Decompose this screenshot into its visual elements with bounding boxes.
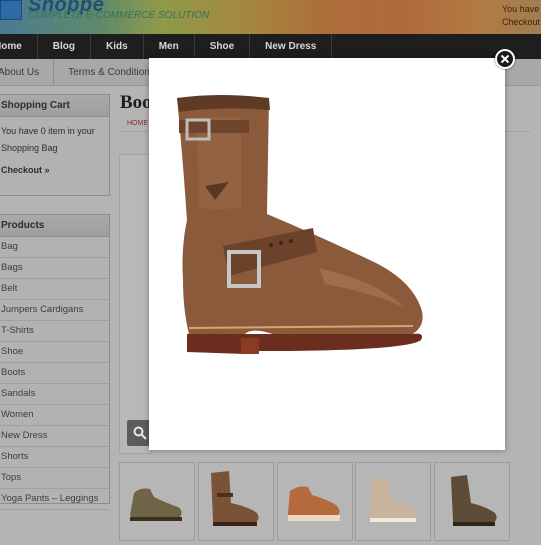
- thumbnail-lace-up-boot[interactable]: [434, 462, 510, 541]
- nav-item-blog[interactable]: Blog: [38, 34, 92, 59]
- category-item[interactable]: Jumpers Cardigans: [0, 300, 109, 321]
- chukka-boot-image: [130, 488, 182, 521]
- lace-up-boot-image: [451, 475, 497, 526]
- tagline: COMPLETE E-COMMERCE SOLUTION: [28, 10, 210, 21]
- cart-message-bag: Shopping Bag: [1, 143, 58, 153]
- nav-item-men[interactable]: Men: [144, 34, 195, 59]
- close-icon: [500, 54, 510, 64]
- category-item[interactable]: Tops: [0, 468, 109, 489]
- thumbnail-engineer-boot[interactable]: [198, 462, 274, 541]
- cart-message: You have 0 item in your: [1, 126, 95, 136]
- thumbnail-brown-chukka[interactable]: [277, 462, 353, 541]
- category-item[interactable]: Shorts: [0, 447, 109, 468]
- main-product-image[interactable]: [119, 154, 152, 454]
- nav-item-home[interactable]: Home: [0, 34, 38, 59]
- engineer-boot-large-image: [177, 95, 423, 354]
- engineer-boot-image: [211, 471, 259, 526]
- nav-item-new-dress[interactable]: New Dress: [250, 34, 333, 59]
- brown-chukka-image: [288, 486, 340, 521]
- category-item[interactable]: New Dress: [0, 426, 109, 447]
- subnav-item-about-us[interactable]: About Us: [0, 59, 55, 86]
- category-item[interactable]: Shoe: [0, 342, 109, 363]
- image-lightbox: [149, 58, 505, 450]
- category-item[interactable]: Boots: [0, 363, 109, 384]
- thumbnail-chukka-boot[interactable]: [119, 462, 195, 541]
- nav-item-shoe[interactable]: Shoe: [195, 34, 251, 59]
- site-header: Shoppe COMPLETE E-COMMERCE SOLUTION You …: [0, 0, 541, 34]
- canvas-sneaker-image: [370, 477, 416, 522]
- cart-status-text: You have 0: [502, 4, 541, 14]
- category-item[interactable]: T-Shirts: [0, 321, 109, 342]
- category-item[interactable]: Bag: [0, 237, 109, 258]
- category-item[interactable]: Belt: [0, 279, 109, 300]
- breadcrumb[interactable]: HOME: [127, 120, 148, 127]
- products-box: Products Bag Bags Belt Jumpers Cardigans…: [0, 214, 110, 510]
- category-item[interactable]: Women: [0, 405, 109, 426]
- logo-icon[interactable]: [0, 0, 22, 20]
- magnifier-icon: [133, 426, 147, 440]
- category-item[interactable]: Bags: [0, 258, 109, 279]
- nav-item-kids[interactable]: Kids: [91, 34, 144, 59]
- shopping-cart-heading: Shopping Cart: [0, 95, 109, 117]
- checkout-link[interactable]: Checkout: [502, 17, 540, 27]
- thumbnail-canvas-sneaker[interactable]: [355, 462, 431, 541]
- category-list: Bag Bags Belt Jumpers Cardigans T-Shirts…: [0, 237, 109, 510]
- cart-checkout-link[interactable]: Checkout »: [0, 165, 109, 175]
- products-heading: Products: [0, 215, 109, 237]
- shopping-cart-box: Shopping Cart You have 0 item in your Sh…: [0, 94, 110, 196]
- category-item[interactable]: Yoga Pants – Leggings: [0, 489, 109, 510]
- close-button[interactable]: [495, 49, 515, 69]
- category-item[interactable]: Sandals: [0, 384, 109, 405]
- main-navigation: Home Blog Kids Men Shoe New Dress: [0, 34, 541, 59]
